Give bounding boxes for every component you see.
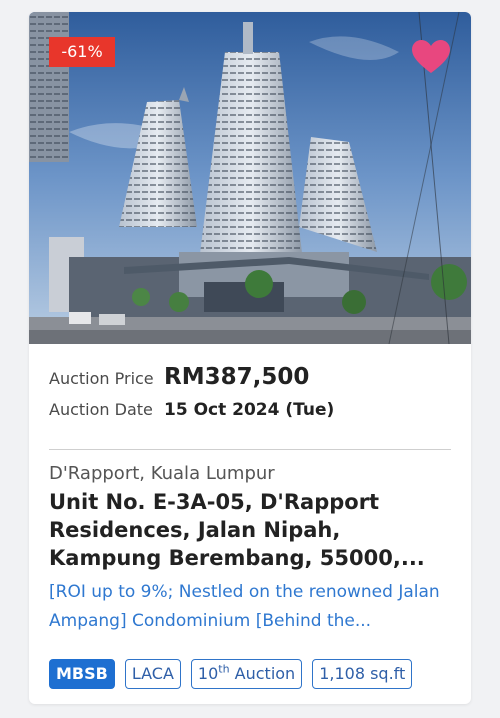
auction-count-number: 10 [197,664,219,683]
auction-details: Auction Price RM387,500 Auction Date 15 … [49,364,453,436]
auction-price-row: Auction Price RM387,500 [49,364,453,400]
bank-tag: MBSB [49,659,115,689]
tag-list: MBSB LACA 10th Auction 1,108 sq.ft [49,659,413,689]
size-tag: 1,108 sq.ft [312,659,413,689]
property-type-tag: LACA [124,659,181,689]
property-location: D'Rapport, Kuala Lumpur [49,463,275,484]
auction-price-value: RM387,500 [164,364,310,390]
auction-count-suffix: th [218,662,230,676]
auction-price-label: Auction Price [49,369,154,388]
auction-count-tag: 10th Auction [190,659,303,689]
property-title[interactable]: Unit No. E-3A-05, D'Rapport Residences, … [49,488,454,572]
auction-count-word: Auction [234,664,296,683]
auction-date-row: Auction Date 15 Oct 2024 (Tue) [49,400,453,436]
property-photo[interactable]: -61% [29,12,471,344]
auction-date-label: Auction Date [49,400,153,419]
divider [49,449,451,450]
heart-icon[interactable] [411,39,451,75]
discount-badge: -61% [49,37,115,67]
listing-card[interactable]: -61% Auction Price RM387,500 Auction Dat… [29,12,471,704]
auction-date-value: 15 Oct 2024 (Tue) [164,400,335,420]
property-description[interactable]: [ROI up to 9%; Nestled on the renowned J… [49,578,454,636]
